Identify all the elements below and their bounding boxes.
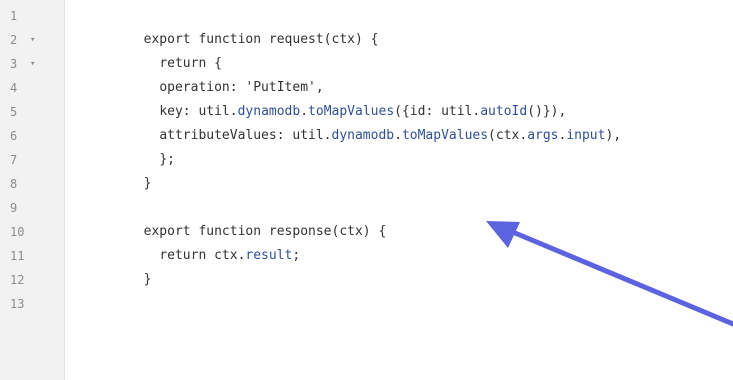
code-token: dynamodb [237, 104, 301, 119]
code-token: }; [159, 152, 175, 167]
code-token: return ctx. [159, 248, 246, 263]
code-line[interactable]: 1 [0, 4, 733, 28]
line-number: 5 [10, 105, 18, 119]
code-token: (ctx. [488, 128, 528, 143]
code-line[interactable]: 11 return ctx.result; [0, 244, 733, 268]
code-token: ()}), [527, 104, 567, 119]
code-line[interactable]: 10 export function response(ctx) { [0, 220, 733, 244]
line-number: 13 [10, 297, 25, 311]
code-token: ), [605, 128, 622, 143]
code-token: attributeValues: util. [159, 128, 332, 143]
code-token: . [300, 104, 309, 119]
code-line[interactable]: 2 ▾ export function request(ctx) { [0, 28, 733, 52]
line-number: 7 [10, 153, 18, 167]
code-token: autoId [480, 104, 528, 119]
code-token: toMapValues [308, 104, 395, 119]
code-text: }; [128, 148, 175, 172]
code-token: } [143, 272, 152, 287]
line-number: 8 [10, 177, 18, 191]
code-text: attributeValues: util.dynamodb.toMapValu… [128, 124, 621, 148]
code-text: export function request(ctx) { [128, 28, 379, 52]
line-number: 9 [10, 201, 18, 215]
code-line[interactable]: 8 } [0, 172, 733, 196]
code-token: result [245, 248, 293, 263]
code-token: input [566, 128, 606, 143]
fold-toggle-icon[interactable]: ▾ [30, 52, 35, 76]
line-number: 6 [10, 129, 18, 143]
code-token: args [527, 128, 559, 143]
code-text: export function response(ctx) { [128, 220, 387, 244]
code-token: export function request(ctx) { [143, 32, 379, 47]
code-line[interactable]: 7 }; [0, 148, 733, 172]
line-number: 1 [10, 9, 18, 23]
code-editor[interactable]: 1 2 ▾ export function request(ctx) {3 ▾ ret… [0, 0, 733, 380]
fold-toggle-icon[interactable]: ▾ [30, 28, 35, 52]
code-line[interactable]: 6 attributeValues: util.dynamodb.toMapVa… [0, 124, 733, 148]
code-text: } [128, 172, 152, 196]
code-line[interactable]: 9 [0, 196, 733, 220]
code-text: operation: 'PutItem', [128, 76, 324, 100]
code-token: dynamodb [331, 128, 395, 143]
code-token: ; [292, 248, 301, 263]
line-number: 4 [10, 81, 18, 95]
code-token: return { [159, 56, 222, 71]
code-text: return { [128, 52, 222, 76]
code-token: operation: 'PutItem', [159, 80, 324, 95]
code-line[interactable]: 4 operation: 'PutItem', [0, 76, 733, 100]
code-token: toMapValues [401, 128, 489, 143]
code-text: key: util.dynamodb.toMapValues({id: util… [128, 100, 566, 124]
code-line[interactable]: 5 key: util.dynamodb.toMapValues({id: ut… [0, 100, 733, 124]
code-line[interactable]: 12 } [0, 268, 733, 292]
code-line[interactable]: 3 ▾ return { [0, 52, 733, 76]
code-token: . [394, 128, 402, 143]
code-token: export function response(ctx) { [143, 224, 387, 239]
code-line[interactable]: 13 [0, 292, 733, 316]
code-token: } [143, 176, 152, 191]
code-text: } [128, 268, 152, 292]
code-token: ({id: util. [394, 104, 481, 119]
line-number: 10 [10, 225, 25, 239]
line-number: 12 [10, 273, 25, 287]
line-number: 11 [10, 249, 25, 263]
code-text: return ctx.result; [128, 244, 300, 268]
code-token: key: util. [159, 104, 238, 119]
